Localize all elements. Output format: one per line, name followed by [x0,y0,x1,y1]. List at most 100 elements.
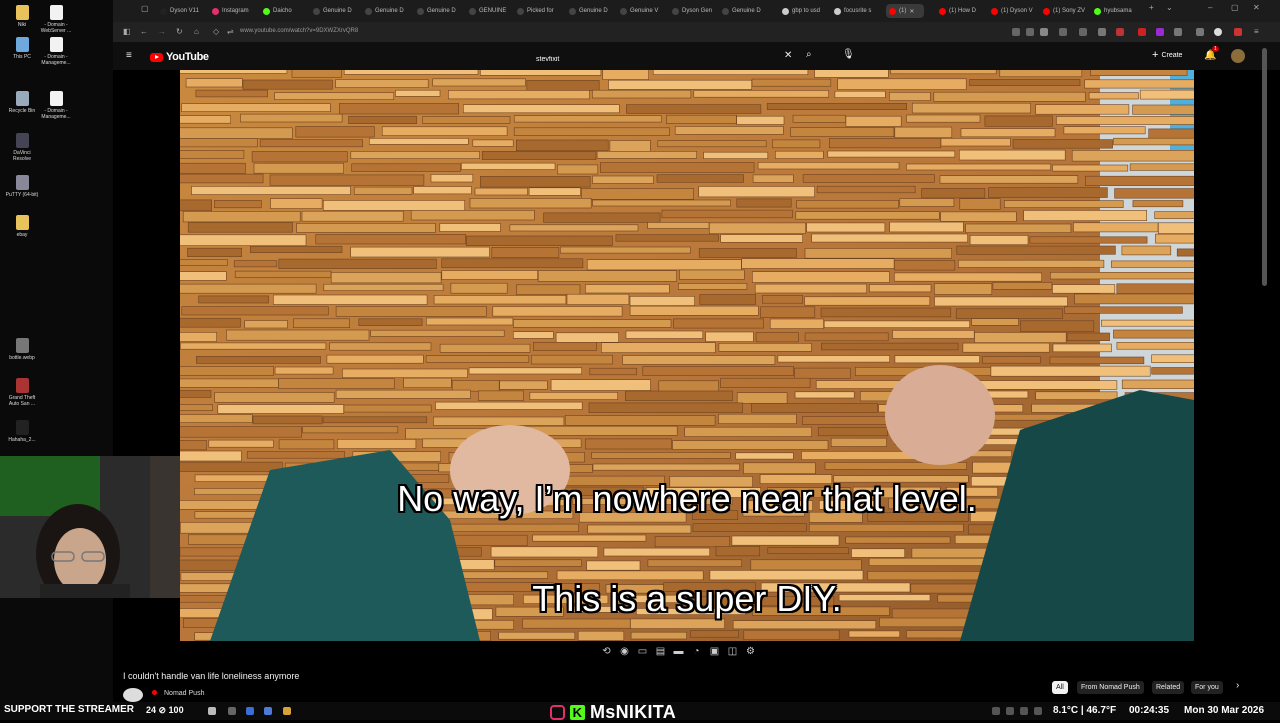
extension-icon[interactable] [1012,28,1020,36]
desktop-icon[interactable]: Hahaha_2... [4,420,40,443]
tray-icon[interactable] [1020,707,1028,715]
desktop-icon[interactable]: This PC [4,37,40,60]
sidebar-toggle-icon[interactable]: ◧ [123,27,131,36]
browser-tab[interactable]: Genuine V [620,4,668,18]
browser-tab[interactable]: Genuine D [569,4,617,18]
browser-tab[interactable]: (1) Dyson V [991,4,1039,18]
shield-icon[interactable]: ◇ [213,27,219,36]
settings-gear-icon[interactable]: ⚙ [744,645,757,658]
subtitles-icon[interactable]: ▭ [636,645,649,658]
tray-icon[interactable] [1006,707,1014,715]
desktop-icon[interactable]: DaVinci Resolve [4,133,40,162]
forward-icon[interactable]: → [158,27,166,36]
reload-icon[interactable]: ↻ [176,27,183,36]
wood-plank [816,185,916,194]
back-icon[interactable]: ← [140,27,148,36]
extension-icon[interactable] [1098,28,1106,36]
avatar[interactable] [1231,49,1245,63]
desktop-icon[interactable]: - Domain - Manageme... [38,91,74,120]
tray-icon[interactable] [992,707,1000,715]
channel-name[interactable]: Nomad Push [164,690,204,697]
browser-tab[interactable]: focusrite s [834,4,882,18]
chip-for-you[interactable]: For you [1191,681,1223,694]
desktop-icon[interactable]: Grand Theft Auto San ... [4,378,40,407]
close-window-icon[interactable]: ✕ [1253,3,1260,12]
chevron-right-icon[interactable]: › [1236,680,1239,691]
browser-tab[interactable]: Genuine D [313,4,361,18]
desktop-icon[interactable]: - Domain - Manageme... [38,37,74,66]
taskbar-app-icon[interactable] [264,707,272,715]
start-icon[interactable] [208,707,216,715]
wood-plank [893,260,956,271]
browser-tab[interactable]: hyubsama [1094,4,1142,18]
scrollbar[interactable] [1262,48,1267,286]
desktop-icon[interactable]: bottle.webp [4,338,40,361]
browser-tab[interactable]: Genuine D [722,4,770,18]
extension-icon[interactable] [1196,28,1204,36]
browser-tab[interactable]: gbp to usd [782,4,830,18]
taskbar-app-icon[interactable] [228,707,236,715]
tab-actions-icon[interactable]: ▢ [141,4,149,13]
desktop-icon[interactable]: - Domain - WebServer ... [38,5,74,34]
profile-icon[interactable] [1214,28,1222,36]
theater-icon[interactable]: ▬ [672,645,685,658]
wood-plank [906,163,1052,171]
clear-search-icon[interactable]: ✕ [784,50,792,61]
extension-icon[interactable] [1079,28,1087,36]
search-input[interactable] [536,51,802,68]
site-settings-icon[interactable]: ⇌ [227,27,234,36]
download-icon[interactable] [1059,28,1067,36]
chip-all[interactable]: All [1052,681,1068,694]
minimize-icon[interactable]: – [1208,3,1212,12]
extension-icon[interactable] [1174,28,1182,36]
extension-icon[interactable] [1156,28,1164,36]
close-tab-icon[interactable]: ✕ [909,8,914,15]
maximize-icon[interactable]: ▢ [1231,3,1239,12]
bookmark-star-icon[interactable] [1040,28,1048,36]
loop-icon[interactable]: ⟲ [600,645,613,658]
browser-tab[interactable]: (1) ✕ [886,4,924,18]
new-tab-icon[interactable]: + [1149,3,1154,12]
chapters-icon[interactable]: ▤ [654,645,667,658]
youtube-logo[interactable]: YouTube [150,51,209,63]
desktop-icon[interactable]: Niki [4,5,40,28]
browser-tab[interactable]: Genuine D [417,4,465,18]
browser-tab[interactable]: Genuine D [365,4,413,18]
browser-tab[interactable]: Dyson Gen [672,4,720,18]
desktop-icon[interactable]: PuTTY (64-bit) [4,175,40,198]
wood-plank [834,90,886,99]
browser-tab[interactable]: Instagram [212,4,260,18]
chip-from-channel[interactable]: From Nomad Push [1077,681,1144,694]
extension-icon[interactable] [1116,28,1124,36]
search-icon[interactable]: ⌕ [806,49,812,60]
browser-tab[interactable]: GENUINE [469,4,517,18]
chip-related[interactable]: Related [1152,681,1185,694]
create-button[interactable]: + Create [1152,50,1182,61]
chevron-down-icon[interactable]: ⌄ [1166,3,1173,12]
browser-tab[interactable]: (1) Sony ZV [1043,4,1091,18]
miniplayer-icon[interactable]: ▣ [708,645,721,658]
channel-avatar[interactable] [123,688,143,702]
audio-icon[interactable]: ◉ [618,645,631,658]
hamburger-menu-icon[interactable]: ≡ [126,50,132,61]
taskbar-app-icon[interactable] [246,707,254,715]
video-player[interactable]: No way, I’m nowhere near that level. Thi… [180,70,1194,641]
browser-tab[interactable]: (1) How D [939,4,987,18]
screenshot-icon[interactable]: ◫ [726,645,739,658]
microphone-icon[interactable]: 🎙 [842,49,855,60]
browser-tab[interactable]: Picked for [517,4,565,18]
desktop-icon[interactable]: ebay [4,215,40,238]
menu-icon[interactable]: ≡ [1254,27,1259,36]
speed-icon[interactable]: ◔ [690,645,703,658]
wood-plank [433,295,567,305]
home-icon[interactable]: ⌂ [194,27,199,36]
desktop-icon[interactable]: Recycle Bin [4,91,40,114]
taskbar-app-icon[interactable] [283,707,291,715]
browser-tab[interactable]: Dyson V11 [160,4,208,18]
extension-icon[interactable] [1026,28,1034,36]
url-field[interactable]: www.youtube.com/watch?v=9DXWZXrvQR8 [240,28,358,34]
extension-icon[interactable] [1234,28,1242,36]
extension-icon[interactable] [1138,28,1146,36]
tray-icon[interactable] [1034,707,1042,715]
browser-tab[interactable]: Daicho [263,4,311,18]
